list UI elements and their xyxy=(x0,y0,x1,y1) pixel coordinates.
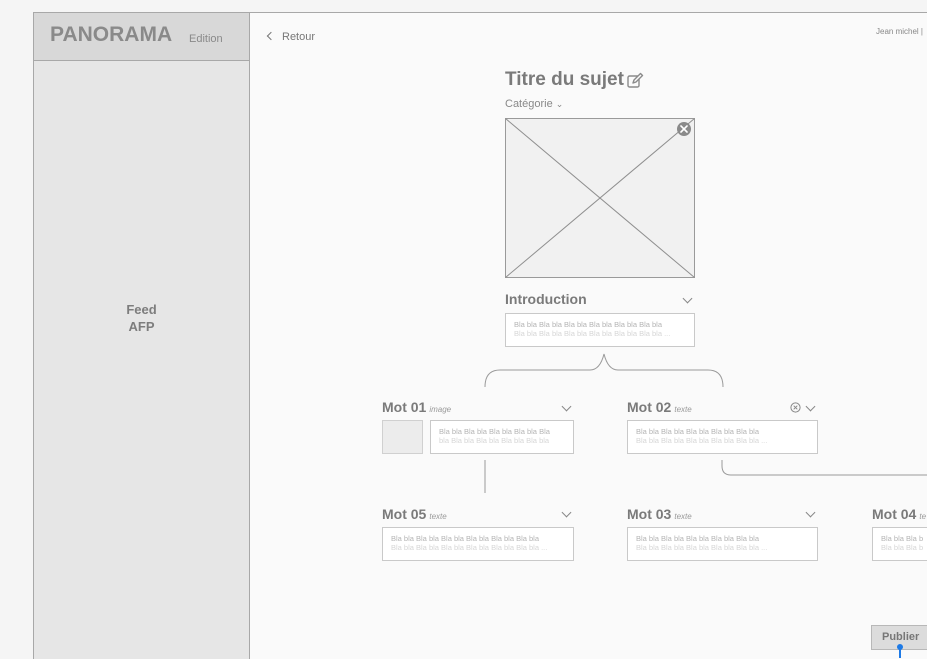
brand-name: PANORAMA xyxy=(50,23,173,46)
text-line: Bla bla Bla bla Bla bla Bla bla Bla xyxy=(439,427,550,436)
node-mot-04-title: Mot 04 te xyxy=(872,506,927,522)
text-line: Bla bla Bla bla Bla bla Bla bla Bla bla xyxy=(636,534,759,543)
category-dropdown[interactable]: Catégorie ⌄ xyxy=(505,98,563,110)
text-line: Bla bla Bla bla Bla bla Bla bla Bla bla … xyxy=(514,329,671,338)
chevron-down-icon: ⌄ xyxy=(555,99,564,109)
node-title-text: Mot 05 xyxy=(382,506,427,522)
text-line: Bla bla Bla bla Bla bla Bla bla Bla bla … xyxy=(636,543,768,552)
text-line: bla Bla bla Bla bla Bla bla Bla bla xyxy=(439,436,550,445)
node-type: texte xyxy=(674,512,692,521)
text-line: Bla bla Bla bla Bla bla Bla bla Bla bla … xyxy=(636,436,768,445)
back-label: Retour xyxy=(282,31,316,43)
introduction-title: Introduction xyxy=(505,291,587,307)
node-title-text: Mot 03 xyxy=(627,506,672,522)
introduction-text-field[interactable]: Bla bla Bla bla Bla bla Bla bla Bla bla … xyxy=(505,313,695,347)
text-line: Bla bla Bla bla Bla bla Bla bla Bla bla … xyxy=(391,543,548,552)
feed-afp-link[interactable]: Feed AFP xyxy=(34,301,249,335)
text-line: Bla bla Bla bla Bla bla Bla bla Bla bla … xyxy=(391,534,540,543)
node-mot-01-title: Mot 01 image xyxy=(382,399,451,415)
node-mot-03-text-field[interactable]: Bla bla Bla bla Bla bla Bla bla Bla bla … xyxy=(627,527,818,561)
text-line: Bla bla Bla bla Bla bla Bla bla Bla bla xyxy=(636,427,759,436)
node-type: te xyxy=(919,512,927,521)
text-line: Bla bla Bla b xyxy=(881,534,924,543)
node-mot-02-title: Mot 02 texte xyxy=(627,399,692,415)
edit-icon[interactable] xyxy=(626,72,644,90)
brand-header: PANORAMA Edition xyxy=(34,13,249,61)
category-label: Catégorie xyxy=(505,98,553,110)
chevron-left-icon xyxy=(266,31,276,41)
node-mot-01-text-field[interactable]: Bla bla Bla bla Bla bla Bla bla Bla bla … xyxy=(430,420,574,454)
node-title-text: Mot 02 xyxy=(627,399,672,415)
node-title-text: Mot 04 xyxy=(872,506,917,522)
close-circle-icon[interactable] xyxy=(677,122,691,136)
node-type: texte xyxy=(674,405,692,414)
node-type: image xyxy=(429,405,452,414)
text-line: Bla bla Bla bla Bla bla Bla bla Bla bla … xyxy=(514,320,663,329)
feed-line-1: Feed xyxy=(126,302,157,317)
text-line: Bla bla Bla b xyxy=(881,543,924,552)
feed-line-2: AFP xyxy=(128,319,155,334)
user-name[interactable]: Jean michel | xyxy=(876,27,923,36)
node-mot-04-text-field[interactable]: Bla bla Bla b Bla bla Bla b xyxy=(872,527,927,561)
image-thumbnail[interactable] xyxy=(382,420,423,454)
node-title-text: Mot 01 xyxy=(382,399,427,415)
sidebar: PANORAMA Edition Feed AFP xyxy=(33,12,250,659)
node-mot-03-title: Mot 03 texte xyxy=(627,506,692,522)
node-mot-05-text-field[interactable]: Bla bla Bla bla Bla bla Bla bla Bla bla … xyxy=(382,527,574,561)
pin-stem xyxy=(899,648,901,658)
remove-circle-icon[interactable] xyxy=(790,402,801,413)
node-type: texte xyxy=(429,512,447,521)
subject-title: Titre du sujet xyxy=(505,69,624,90)
node-mot-02-text-field[interactable]: Bla bla Bla bla Bla bla Bla bla Bla bla … xyxy=(627,420,818,454)
image-placeholder[interactable] xyxy=(505,118,695,278)
back-button[interactable]: Retour xyxy=(266,31,316,43)
node-mot-05-title: Mot 05 texte xyxy=(382,506,447,522)
brand-edition: Edition xyxy=(189,33,223,45)
